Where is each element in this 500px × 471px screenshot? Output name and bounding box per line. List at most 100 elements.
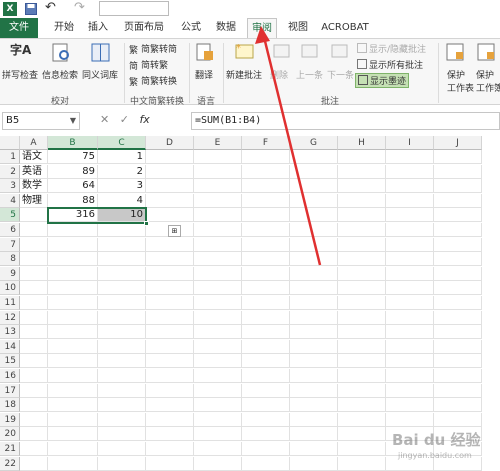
cell-c11[interactable] [98, 296, 146, 310]
quick-analysis-icon[interactable]: ⊞ [168, 225, 181, 237]
cell-h12[interactable] [338, 310, 386, 325]
tab-data[interactable]: 数据 [212, 18, 240, 38]
row-header-7[interactable]: 7 [0, 237, 20, 252]
cell-d7[interactable] [146, 237, 194, 252]
cell-d19[interactable] [146, 412, 194, 427]
column-header-e[interactable]: E [194, 136, 242, 150]
tab-page-layout[interactable]: 页面布局 [118, 18, 170, 38]
cell-j6[interactable] [434, 223, 482, 237]
column-header-d[interactable]: D [146, 136, 194, 150]
row-header-3[interactable]: 3 [0, 179, 20, 194]
cell-b12[interactable] [48, 310, 98, 325]
cell-h22[interactable] [338, 456, 386, 471]
insert-function-icon[interactable]: fx [139, 113, 149, 126]
row-header-9[interactable]: 9 [0, 266, 20, 281]
cell-g21[interactable] [290, 442, 338, 456]
cell-i1[interactable] [386, 150, 434, 164]
cell-e21[interactable] [194, 442, 242, 456]
cell-c13[interactable] [98, 325, 146, 340]
cell-f22[interactable] [242, 456, 290, 471]
delete-comment-button[interactable]: 删除 [270, 68, 288, 81]
cell-j1[interactable] [434, 150, 482, 164]
cell-i7[interactable] [386, 237, 434, 252]
cell-j10[interactable] [434, 281, 482, 296]
cell-i4[interactable] [386, 193, 434, 208]
cell-a7[interactable] [20, 237, 48, 252]
cell-b3[interactable]: 64 [48, 179, 98, 194]
cell-d18[interactable] [146, 398, 194, 413]
cell-a21[interactable] [20, 442, 48, 456]
cell-a11[interactable] [20, 296, 48, 310]
row-header-6[interactable]: 6 [0, 223, 20, 237]
cell-b5[interactable]: 316 [48, 208, 98, 223]
column-header-h[interactable]: H [338, 136, 386, 150]
cell-i13[interactable] [386, 325, 434, 340]
to-simplified-button[interactable]: 简简转繁 [129, 58, 168, 72]
cell-h7[interactable] [338, 237, 386, 252]
fill-handle[interactable] [144, 221, 149, 226]
cell-c16[interactable] [98, 369, 146, 383]
cell-d9[interactable] [146, 266, 194, 281]
cell-c12[interactable] [98, 310, 146, 325]
cell-e22[interactable] [194, 456, 242, 471]
cell-c1[interactable]: 1 [98, 150, 146, 164]
cell-g3[interactable] [290, 179, 338, 194]
cell-i19[interactable] [386, 412, 434, 427]
row-header-12[interactable]: 12 [0, 310, 20, 325]
undo-icon[interactable]: ↶ [45, 1, 61, 16]
column-header-c[interactable]: C [98, 136, 146, 150]
cell-i11[interactable] [386, 296, 434, 310]
cell-h14[interactable] [338, 339, 386, 354]
cell-f9[interactable] [242, 266, 290, 281]
cell-b7[interactable] [48, 237, 98, 252]
cell-d4[interactable] [146, 193, 194, 208]
cell-a6[interactable] [20, 223, 48, 237]
tab-view[interactable]: 视图 [284, 18, 312, 38]
column-header-g[interactable]: G [290, 136, 338, 150]
to-traditional-button[interactable]: 繁简繁转简 [129, 42, 177, 56]
cell-b14[interactable] [48, 339, 98, 354]
cell-d21[interactable] [146, 442, 194, 456]
cell-g14[interactable] [290, 339, 338, 354]
row-header-19[interactable]: 19 [0, 412, 20, 427]
cell-c22[interactable] [98, 456, 146, 471]
cell-c7[interactable] [98, 237, 146, 252]
cell-e18[interactable] [194, 398, 242, 413]
cell-h18[interactable] [338, 398, 386, 413]
cell-a9[interactable] [20, 266, 48, 281]
cell-c3[interactable]: 3 [98, 179, 146, 194]
cell-g5[interactable] [290, 208, 338, 223]
cell-j8[interactable] [434, 252, 482, 267]
cell-e1[interactable] [194, 150, 242, 164]
cell-j15[interactable] [434, 354, 482, 369]
cell-d13[interactable] [146, 325, 194, 340]
cell-j2[interactable] [434, 164, 482, 179]
select-all-corner[interactable] [0, 136, 20, 150]
cell-c10[interactable] [98, 281, 146, 296]
cell-a4[interactable]: 物理 [20, 193, 48, 208]
cell-f17[interactable] [242, 383, 290, 398]
quick-access-customize-box[interactable] [99, 1, 169, 16]
cell-b20[interactable] [48, 427, 98, 442]
cell-f1[interactable] [242, 150, 290, 164]
cell-j3[interactable] [434, 179, 482, 194]
row-header-5[interactable]: 5 [0, 208, 20, 223]
cell-i14[interactable] [386, 339, 434, 354]
cell-e3[interactable] [194, 179, 242, 194]
convert-button[interactable]: 繁简繁转换 [129, 74, 177, 88]
cell-a3[interactable]: 数学 [20, 179, 48, 194]
cell-c17[interactable] [98, 383, 146, 398]
previous-comment-button[interactable]: 上一条 [296, 68, 323, 81]
cell-h6[interactable] [338, 223, 386, 237]
cell-b16[interactable] [48, 369, 98, 383]
cell-j9[interactable] [434, 266, 482, 281]
cell-d17[interactable] [146, 383, 194, 398]
cell-a13[interactable] [20, 325, 48, 340]
show-ink-button[interactable]: 显示墨迹 [355, 73, 410, 88]
tab-home[interactable]: 开始 [50, 18, 78, 38]
tab-acrobat[interactable]: ACROBAT [320, 18, 370, 38]
cell-a14[interactable] [20, 339, 48, 354]
cell-j7[interactable] [434, 237, 482, 252]
cell-e16[interactable] [194, 369, 242, 383]
cell-c20[interactable] [98, 427, 146, 442]
